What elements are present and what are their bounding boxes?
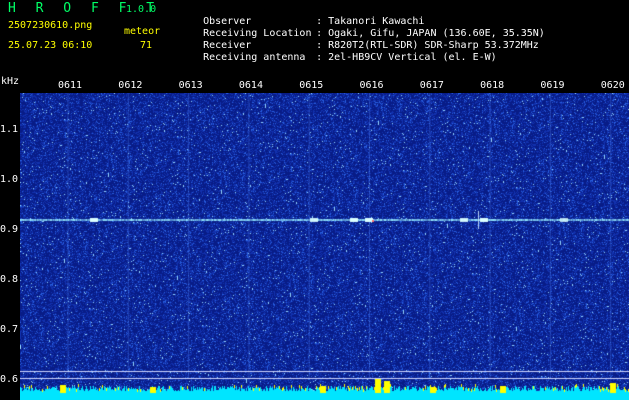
y-tick-label: 0.9 [0, 224, 19, 235]
app-version: 1.0.0 [126, 4, 157, 15]
meteor-label: meteor [124, 26, 161, 37]
date-time: 25.07.23 06:10 [8, 40, 93, 51]
time-label: 0614 [238, 80, 263, 91]
time-label: 0618 [480, 80, 505, 91]
file-name: 2507230610.png [8, 20, 93, 31]
spectrogram-canvas [20, 93, 629, 400]
time-label: 0616 [359, 80, 384, 91]
time-label: 0620 [600, 80, 625, 91]
y-tick-label: 0.7 [0, 324, 19, 335]
header-panel: H R O F F T 1.0.0 2507230610.png 25.07.2… [0, 0, 629, 76]
info-row-antenna: Receiving antenna:2el-HB9CV Vertical (el… [203, 52, 497, 63]
time-label: 0611 [58, 80, 83, 91]
y-axis-unit: kHz [1, 76, 20, 87]
info-value: 2el-HB9CV Vertical (el. E-W) [328, 52, 497, 63]
time-label: 0612 [118, 80, 143, 91]
time-label: 0613 [178, 80, 203, 91]
time-label: 0619 [540, 80, 565, 91]
time-label: 0615 [299, 80, 324, 91]
y-tick-label: 1.1 [0, 124, 19, 135]
meteor-count: 71 [140, 40, 153, 51]
time-label: 0617 [419, 80, 444, 91]
y-tick-label: 1.0 [0, 174, 19, 185]
info-key: Receiving antenna [203, 52, 306, 63]
y-tick-label: 0.6 [0, 374, 19, 385]
y-tick-label: 0.8 [0, 274, 19, 285]
